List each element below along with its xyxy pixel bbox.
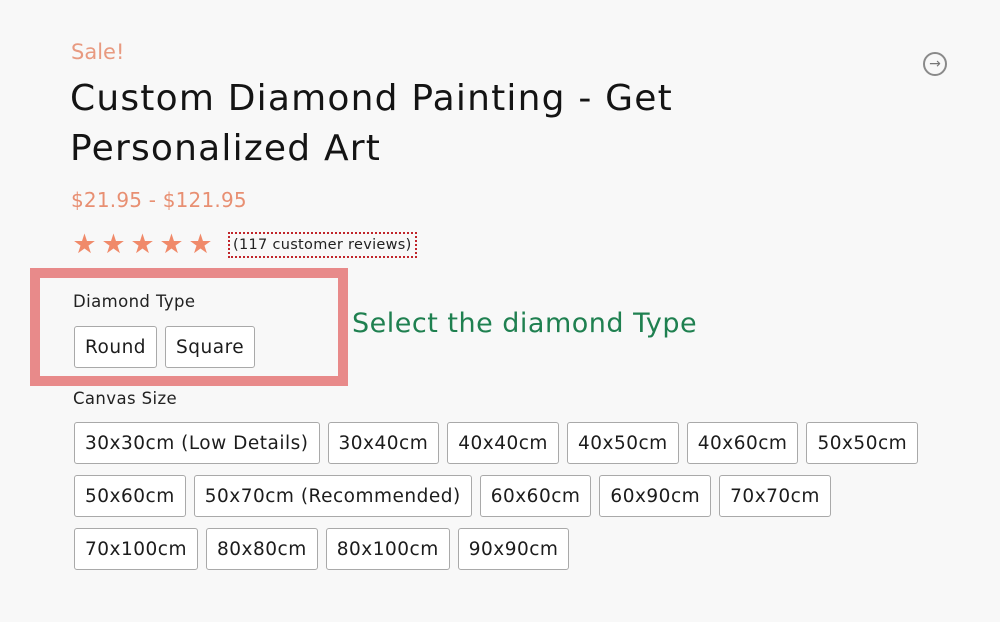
star-icon: ★ xyxy=(101,229,126,260)
canvas-size-option[interactable]: 40x60cm xyxy=(686,422,799,464)
canvas-size-option[interactable]: 50x50cm xyxy=(806,422,919,464)
diamond-type-option-round[interactable]: Round xyxy=(74,326,158,368)
star-icon: ★ xyxy=(130,229,155,260)
customer-reviews-link[interactable]: (117 customer reviews) xyxy=(228,232,417,258)
canvas-size-label: Canvas Size xyxy=(73,389,178,408)
star-icon: ★ xyxy=(159,229,184,260)
star-icon: ★ xyxy=(72,229,97,260)
rating: ★ ★ ★ ★ ★ (117 customer reviews) xyxy=(71,230,417,260)
canvas-size-option[interactable]: 40x50cm xyxy=(566,422,679,464)
diamond-type-label: Diamond Type xyxy=(73,292,196,311)
canvas-size-row-1: 30x30cm (Low Details) 30x40cm 40x40cm 40… xyxy=(74,422,919,464)
canvas-size-option[interactable]: 30x40cm xyxy=(327,422,440,464)
canvas-size-option[interactable]: 70x100cm xyxy=(74,528,198,570)
canvas-size-option[interactable]: 60x90cm xyxy=(599,475,712,517)
diamond-type-options: Round Square xyxy=(74,326,256,368)
sale-badge: Sale! xyxy=(71,40,125,64)
canvas-size-row-3: 70x100cm 80x80cm 80x100cm 90x90cm xyxy=(74,528,570,570)
canvas-size-option[interactable]: 30x30cm (Low Details) xyxy=(74,422,320,464)
arrow-right-circle-icon[interactable]: → xyxy=(923,52,947,76)
canvas-size-option[interactable]: 60x60cm xyxy=(479,475,592,517)
canvas-size-option[interactable]: 50x70cm (Recommended) xyxy=(193,475,472,517)
price-range: $21.95 - $121.95 xyxy=(71,188,247,212)
canvas-size-option[interactable]: 50x60cm xyxy=(74,475,186,517)
canvas-size-option[interactable]: 40x40cm xyxy=(447,422,559,464)
star-rating: ★ ★ ★ ★ ★ xyxy=(71,230,214,260)
canvas-size-row-2: 50x60cm 50x70cm (Recommended) 60x60cm 60… xyxy=(74,475,831,517)
canvas-size-option[interactable]: 90x90cm xyxy=(457,528,570,570)
diamond-type-option-square[interactable]: Square xyxy=(165,326,256,368)
canvas-size-option[interactable]: 80x100cm xyxy=(325,528,450,570)
star-icon: ★ xyxy=(188,229,213,260)
product-title: Custom Diamond Painting - Get Personaliz… xyxy=(70,78,673,169)
annotation-text: Select the diamond Type xyxy=(352,308,698,339)
canvas-size-option[interactable]: 80x80cm xyxy=(206,528,318,570)
canvas-size-option[interactable]: 70x70cm xyxy=(719,475,831,517)
